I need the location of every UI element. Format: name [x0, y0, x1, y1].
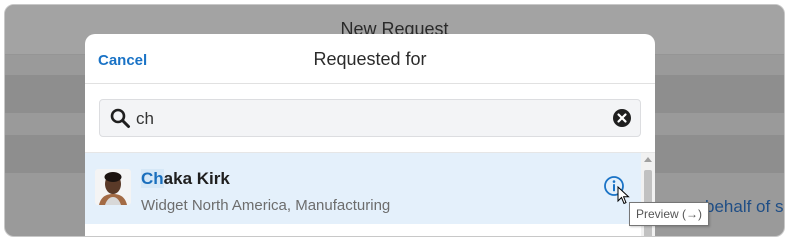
- search-input[interactable]: [136, 106, 606, 132]
- preview-tooltip: Preview (→): [629, 202, 710, 226]
- background-link: behalf of so: [705, 197, 785, 216]
- result-subtitle: Widget North America, Manufacturing: [141, 197, 391, 214]
- modal-header: Cancel Requested for: [85, 34, 655, 84]
- name-rest: aka Kirk: [163, 169, 230, 188]
- scroll-up-arrow-icon[interactable]: [644, 157, 652, 162]
- clear-icon[interactable]: [612, 108, 632, 128]
- requested-for-modal: Cancel Requested for ch Chaka Kirk Widge…: [85, 34, 655, 236]
- name-match-highlight: Ch: [141, 169, 164, 188]
- cancel-button[interactable]: Cancel: [98, 52, 147, 69]
- list-item[interactable]: Chaka Kirk Widget North America, Manufac…: [85, 153, 641, 224]
- modal-title: Requested for: [313, 49, 427, 69]
- result-name: Chaka Kirk: [141, 169, 230, 189]
- search-zone: [85, 84, 655, 152]
- search-icon: [110, 108, 130, 128]
- search-box[interactable]: [99, 99, 641, 137]
- results-list: Chaka Kirk Widget North America, Manufac…: [85, 152, 655, 236]
- app-window: New Request behalf of so Cancel Requeste…: [4, 4, 785, 237]
- avatar: [95, 169, 131, 205]
